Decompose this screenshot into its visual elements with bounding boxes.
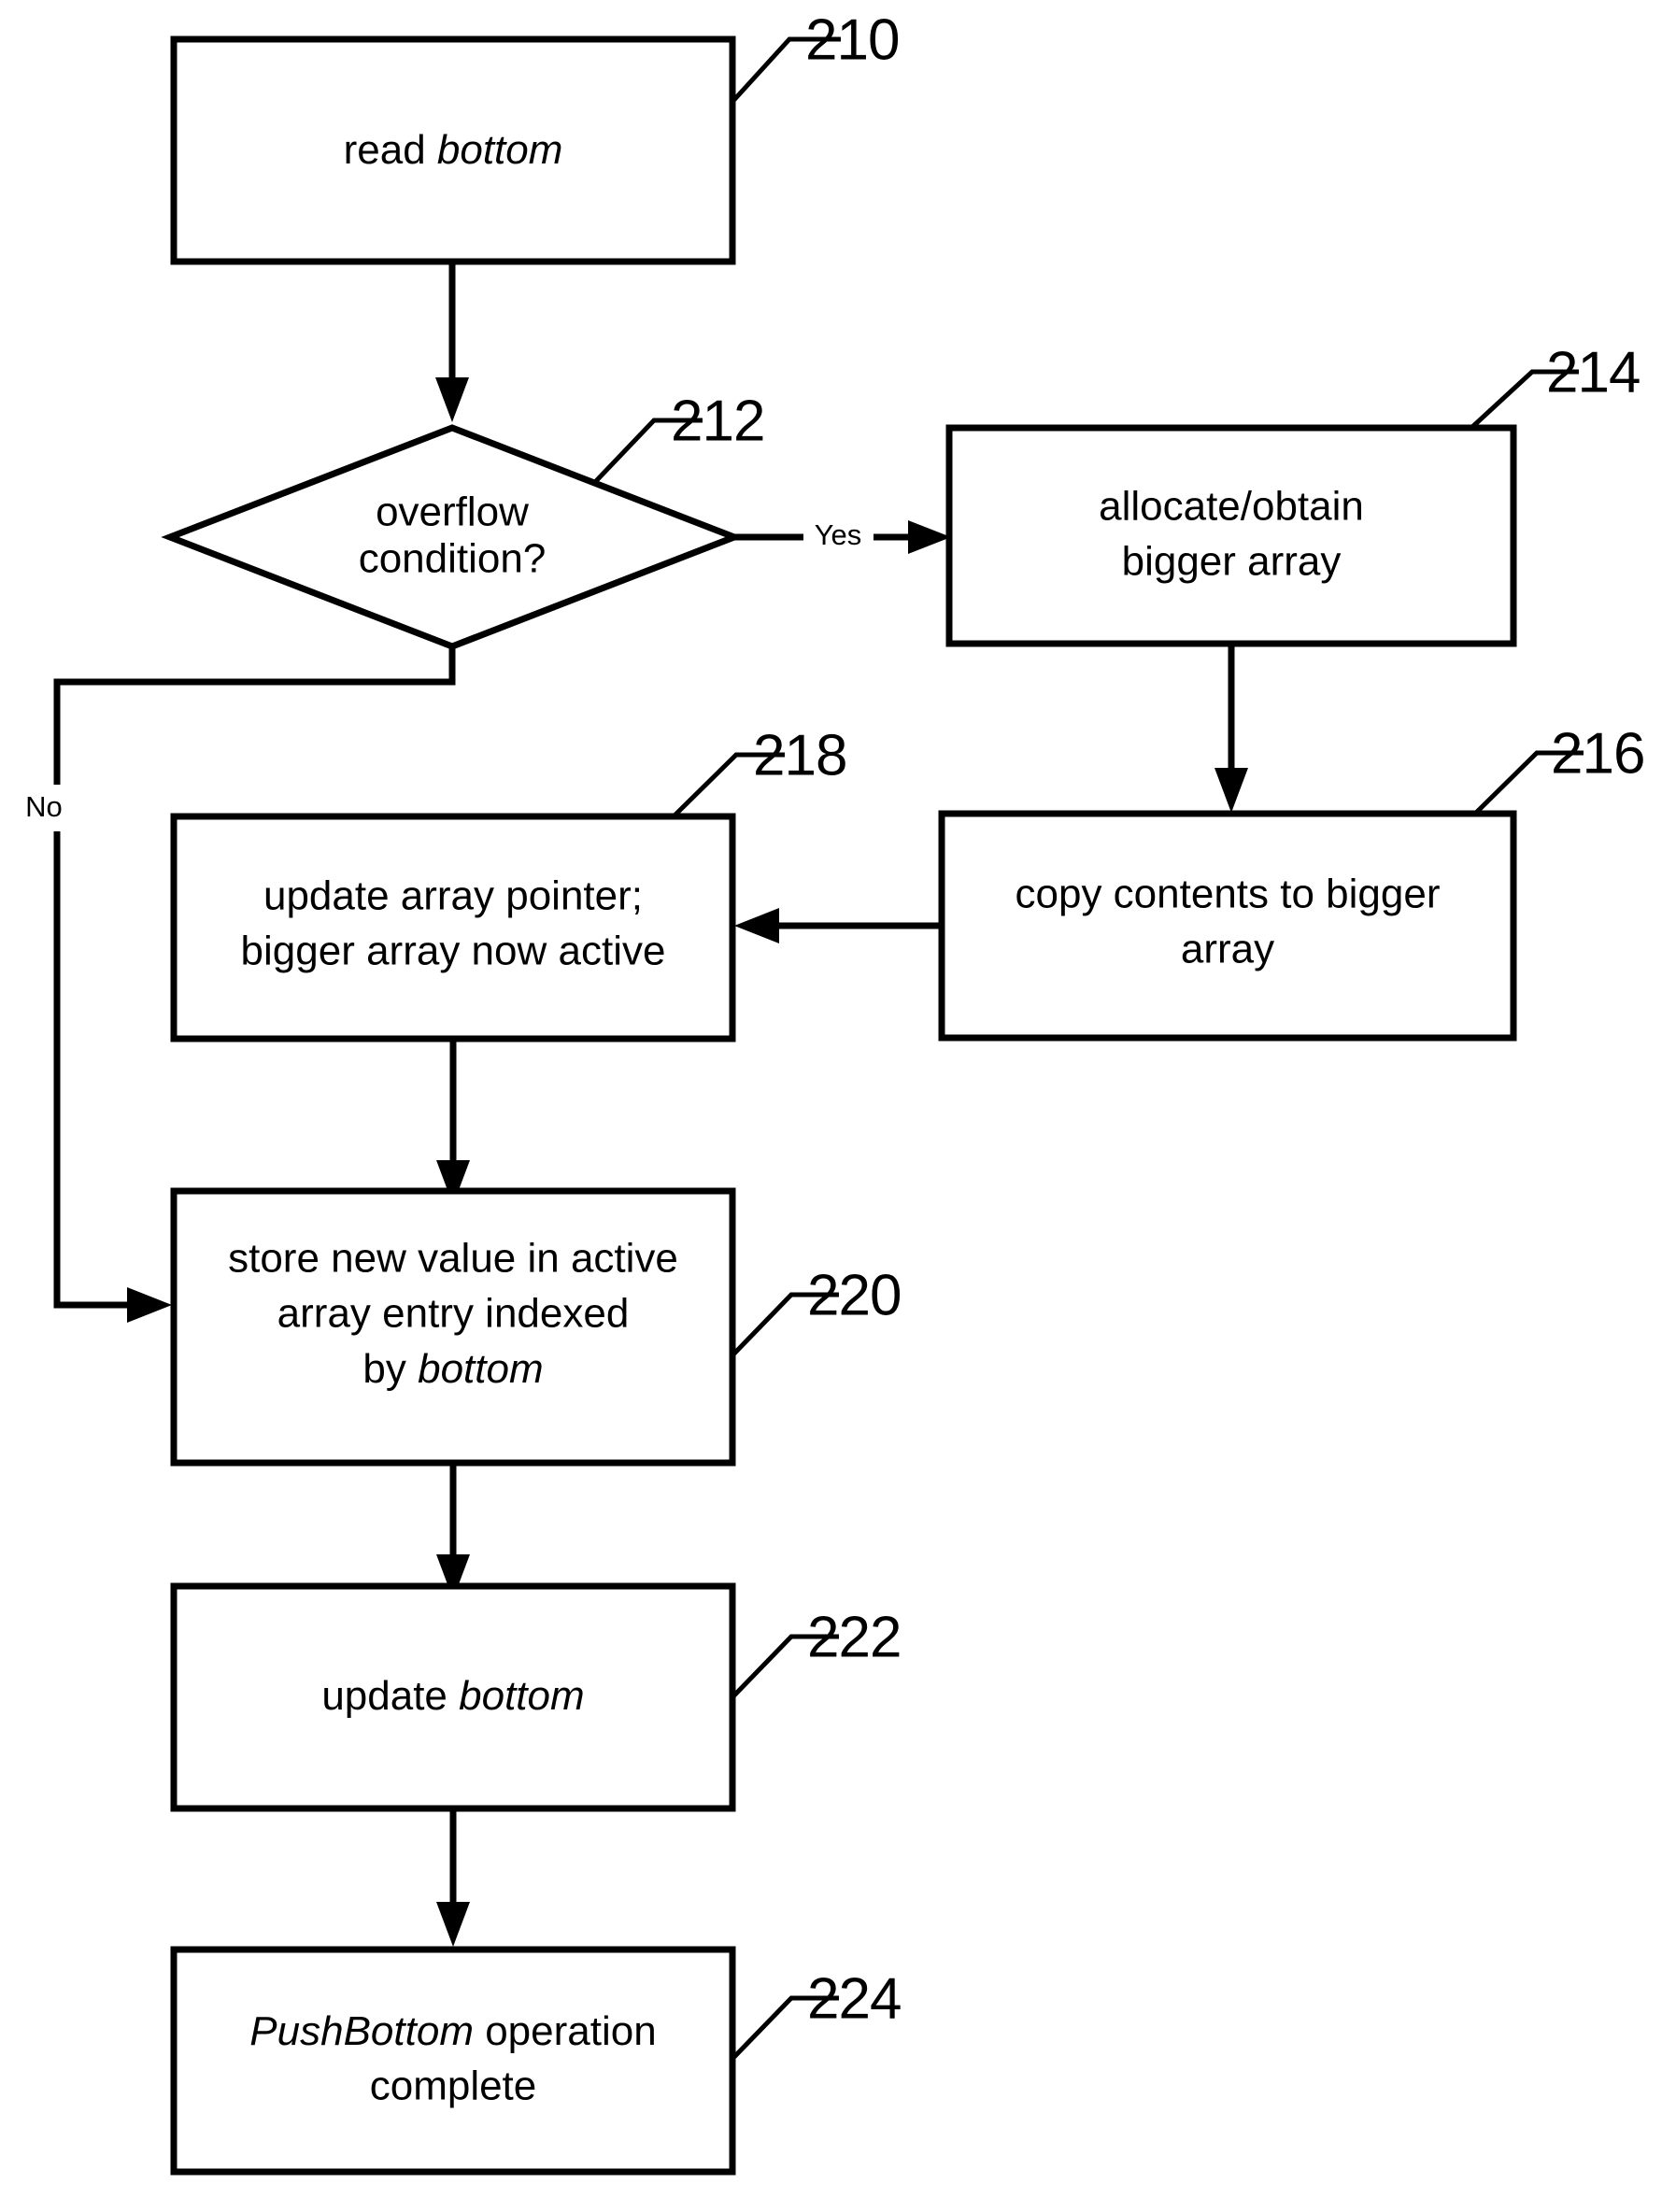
reference-label-210: 210 [805, 7, 899, 72]
reference-leader-214: 214 [1470, 340, 1640, 429]
reference-label-214: 214 [1546, 340, 1640, 404]
edge-210-to-212 [435, 262, 469, 422]
node-224: PushBottom operation complete [170, 1946, 736, 2176]
edge-220-to-222 [436, 1463, 470, 1599]
node-220-label-line-1: store new value in active [228, 1236, 678, 1282]
node-210-label: read bottom [344, 127, 563, 173]
edge-212-to-214-yes: Yes [734, 518, 951, 554]
reference-label-222: 222 [807, 1605, 901, 1669]
node-214: allocate/obtain bigger array [945, 424, 1517, 647]
node-220-label-line-2: array entry indexed [277, 1291, 630, 1337]
edge-222-to-224 [436, 1808, 470, 1947]
edge-216-to-218 [734, 908, 942, 943]
node-212-label-line-1: overflow [376, 489, 529, 535]
reference-leader-216: 216 [1474, 721, 1645, 815]
edge-no-arrowhead [127, 1287, 172, 1323]
reference-label-218: 218 [753, 723, 846, 787]
edge-yes-arrowhead [908, 520, 951, 554]
reference-label-224: 224 [807, 1966, 901, 2031]
node-218: update array pointer; bigger array now a… [170, 813, 736, 1042]
reference-leader-220: 220 [730, 1263, 902, 1358]
node-216-label-line-2: array [1181, 927, 1274, 972]
reference-label-212: 212 [671, 389, 764, 453]
node-216-label-line-1: copy contents to bigger [1016, 872, 1441, 917]
node-216: copy contents to bigger array [938, 810, 1517, 1042]
node-214-label-line-2: bigger array [1122, 539, 1342, 585]
node-222: update bottom [170, 1582, 736, 1812]
edge-214-to-216-arrowhead [1214, 768, 1248, 813]
flowchart-diagram: read bottom 210 overflow condition? 212 [25, 7, 1645, 2176]
node-218-label-line-2: bigger array now active [241, 929, 666, 974]
node-224-box [170, 1946, 736, 2176]
edge-214-to-216 [1214, 644, 1248, 813]
node-210: read bottom [170, 35, 736, 265]
node-220: store new value in active array entry in… [170, 1187, 736, 1467]
edge-no-upper-path [53, 646, 456, 785]
reference-leader-210: 210 [730, 7, 900, 105]
node-218-label-line-1: update array pointer; [263, 873, 643, 919]
node-212: overflow condition? [161, 424, 744, 650]
reference-leader-222: 222 [730, 1605, 902, 1700]
edge-210-to-212-arrowhead [435, 377, 469, 422]
reference-label-220: 220 [807, 1263, 901, 1327]
edge-218-to-220 [436, 1039, 470, 1205]
edge-222-to-224-arrowhead [436, 1902, 470, 1947]
edge-label-yes: Yes [815, 518, 862, 551]
edge-no-lower-path [53, 831, 138, 1309]
reference-leader-212: 212 [593, 389, 765, 484]
node-224-label-line-1: PushBottom operation [249, 2008, 656, 2054]
edge-label-no: No [25, 790, 63, 823]
edge-216-to-218-arrowhead [734, 908, 779, 943]
node-224-label-line-2: complete [370, 2063, 537, 2109]
node-214-box [945, 424, 1517, 647]
figure-root: read bottom 210 overflow condition? 212 [0, 0, 1676, 2212]
node-214-label-line-1: allocate/obtain [1099, 484, 1364, 530]
reference-leader-218: 218 [674, 723, 847, 816]
node-220-label-line-3: by bottom [362, 1346, 543, 1392]
node-212-label-line-2: condition? [359, 536, 547, 582]
reference-label-216: 216 [1551, 721, 1644, 786]
node-222-label: update bottom [321, 1673, 584, 1719]
reference-leader-224: 224 [730, 1966, 902, 2062]
